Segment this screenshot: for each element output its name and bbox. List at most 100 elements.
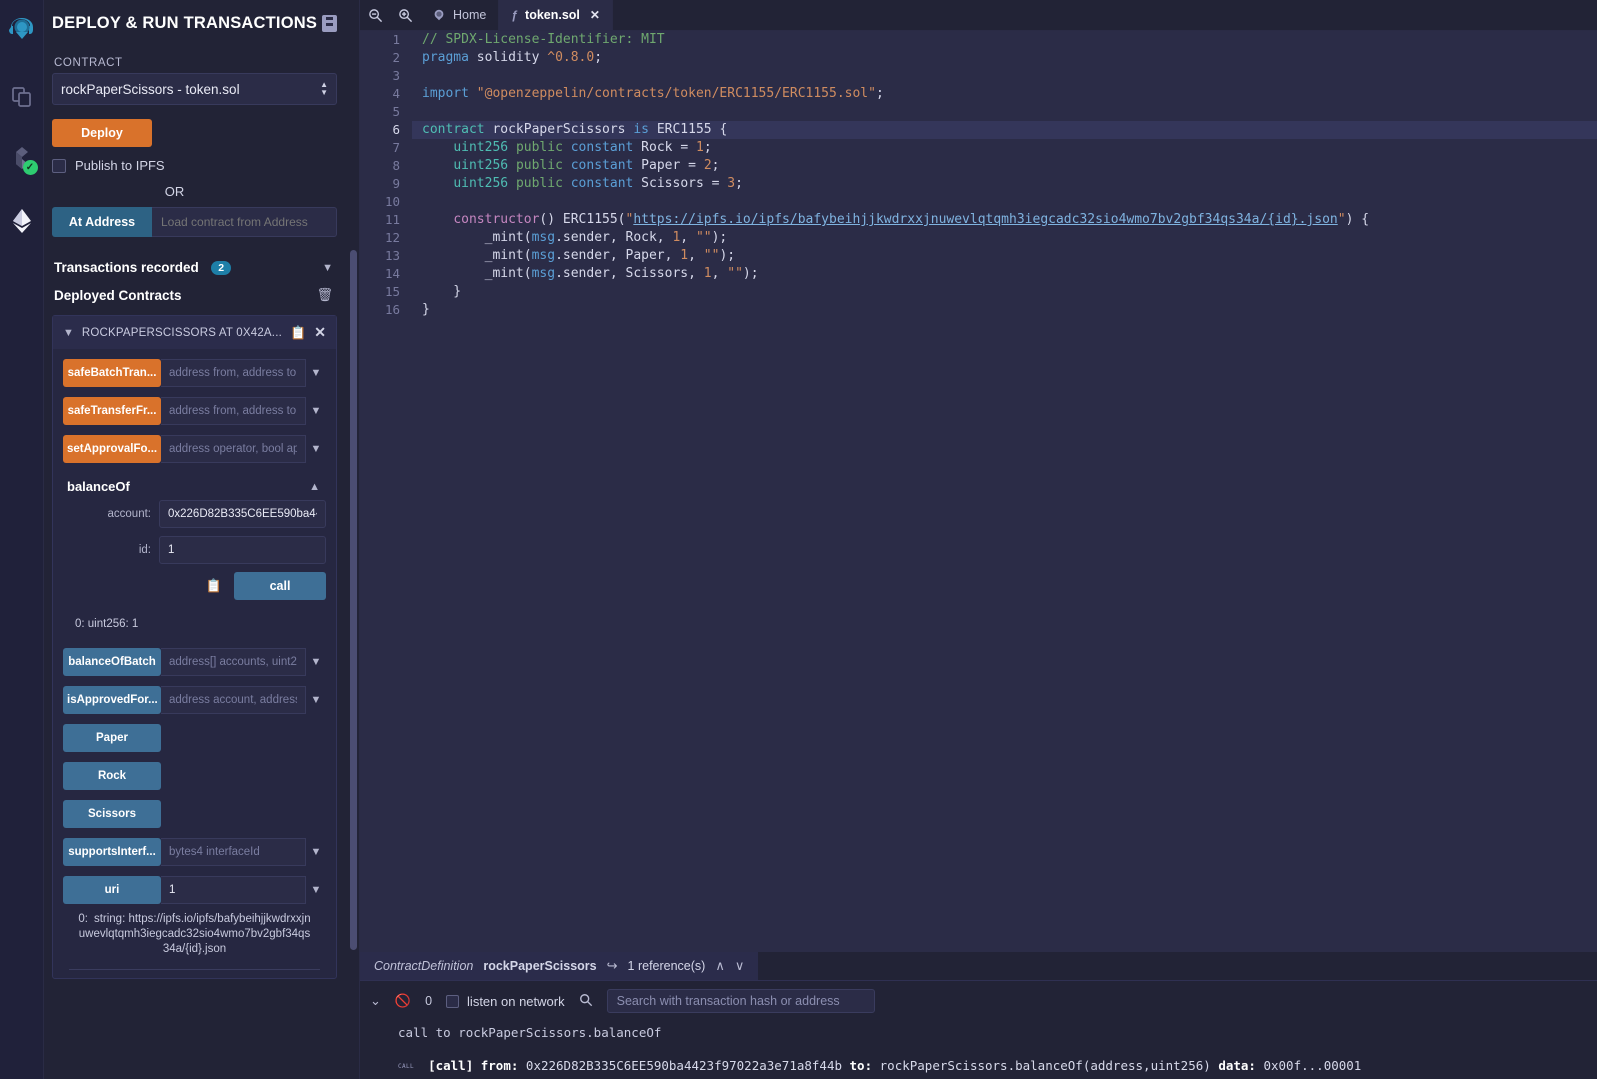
file-explorer-icon[interactable] xyxy=(1,74,43,120)
contract-label: CONTRACT xyxy=(54,57,123,69)
chevron-down-icon[interactable]: ▼ xyxy=(306,884,326,896)
fn-balanceOf-header[interactable]: balanceOf ▲ xyxy=(63,473,326,500)
panel-scrollbar[interactable] xyxy=(350,250,357,950)
code-text: } xyxy=(422,284,462,299)
code-line: 14 _mint(msg.sender, Scissors, 1, ""); xyxy=(360,265,1597,283)
fn-balanceOfBatch-button[interactable]: balanceOfBatch xyxy=(63,648,161,676)
fn-uri-input[interactable] xyxy=(161,876,306,904)
fn-supportsInterface-button[interactable]: supportsInterf... xyxy=(63,838,161,866)
call-button[interactable]: call xyxy=(234,572,326,600)
copy-calldata-icon[interactable]: 📋 xyxy=(206,578,222,594)
deploy-run-icon[interactable] xyxy=(1,198,43,244)
main-area: Home ƒ token.sol ✕ 1 // SPDX-License-Iden… xyxy=(360,0,1597,1079)
publish-ipfs-row[interactable]: Publish to IPFS xyxy=(52,158,337,173)
remix-home-icon xyxy=(434,9,444,21)
deploy-button[interactable]: Deploy xyxy=(52,119,152,147)
fn-setApprovalForAll-input[interactable] xyxy=(161,435,306,463)
line-number: 9 xyxy=(360,175,412,193)
chevron-up-icon[interactable]: ∧ xyxy=(715,958,725,974)
no-entry-icon[interactable]: 🚫 xyxy=(395,993,411,1009)
chevron-updown-icon: ▲ ▼ xyxy=(320,80,328,97)
chevron-down-icon[interactable]: ▼ xyxy=(322,262,333,274)
close-icon[interactable]: ✕ xyxy=(590,8,600,22)
fn-Scissors-button[interactable]: Scissors xyxy=(63,800,161,828)
search-icon[interactable] xyxy=(579,993,593,1010)
fn-safeBatchTransferFrom-button[interactable]: safeBatchTran... xyxy=(63,359,161,387)
function-row: balanceOfBatch ▼ xyxy=(63,648,326,676)
fn-Rock-button[interactable]: Rock xyxy=(63,762,161,790)
code-text: pragma solidity ^0.8.0; xyxy=(422,50,603,65)
fn-Paper-button[interactable]: Paper xyxy=(63,724,161,752)
line-number: 13 xyxy=(360,247,412,265)
code-text: constructor() ERC1155("https://ipfs.io/i… xyxy=(453,212,1370,227)
terminal-entry[interactable]: call [call] from: 0x226D82B335C6EE590ba4… xyxy=(360,1040,1597,1079)
chevron-up-icon[interactable]: ▲ xyxy=(309,481,320,493)
code-text: uint256 public constant Scissors = 3; xyxy=(453,176,743,191)
fn-isApprovedForAll-input[interactable] xyxy=(161,686,306,714)
chevron-down-icon[interactable]: ▼ xyxy=(306,846,326,858)
chevron-down-icon[interactable]: ∨ xyxy=(735,958,745,974)
transactions-recorded-label: Transactions recorded xyxy=(54,260,199,275)
reference-count: 1 reference(s) xyxy=(627,959,706,973)
copy-icon[interactable]: 📋 xyxy=(290,325,306,341)
line-number: 4 xyxy=(360,85,412,103)
go-to-reference-icon[interactable]: ↪ xyxy=(607,958,618,974)
tab-home[interactable]: Home xyxy=(420,0,500,30)
fn-safeTransferFrom-input[interactable] xyxy=(161,397,306,425)
fn-setApprovalForAll-button[interactable]: setApprovalFo... xyxy=(63,435,161,463)
at-address-input[interactable] xyxy=(152,207,337,237)
fn-supportsInterface-input[interactable] xyxy=(161,838,306,866)
code-text: import "@openzeppelin/contracts/token/ER… xyxy=(422,86,884,101)
param-label-id: id: xyxy=(138,544,151,556)
chevron-down-icon[interactable]: ▼ xyxy=(306,443,326,455)
deploy-run-panel: DEPLOY & RUN TRANSACTIONS CONTRACT rockP… xyxy=(44,0,360,1079)
terminal-search-input[interactable] xyxy=(606,989,875,1013)
close-icon[interactable]: ✕ xyxy=(314,324,326,341)
zoom-out-icon[interactable] xyxy=(360,0,390,30)
fn-safeBatchTransferFrom-input[interactable] xyxy=(161,359,306,387)
fn-safeTransferFrom-button[interactable]: safeTransferFr... xyxy=(63,397,161,425)
param-input-id[interactable] xyxy=(159,536,326,564)
fn-balanceOfBatch-input[interactable] xyxy=(161,648,306,676)
entry-prefix: [call] xyxy=(428,1058,474,1073)
reference-bar-wrap: ContractDefinition rockPaperScissors ↪ 1… xyxy=(360,952,1597,980)
chevron-down-icon[interactable]: ▼ xyxy=(306,694,326,706)
entry-data: 0x00f...00001 xyxy=(1263,1058,1362,1073)
line-number: 10 xyxy=(360,193,412,211)
uri-result-value: string: https://ipfs.io/ipfs/bafybeihjjk… xyxy=(78,913,311,955)
listen-on-network-checkbox[interactable] xyxy=(446,994,460,1008)
transactions-recorded-row[interactable]: Transactions recorded 2 ▼ xyxy=(52,249,337,283)
code-text: } xyxy=(422,302,430,317)
entry-from-label: from: xyxy=(480,1058,519,1073)
trash-icon[interactable]: 🗑 xyxy=(316,287,333,303)
solidity-compiler-icon[interactable]: ✓ xyxy=(1,136,43,182)
param-input-account[interactable] xyxy=(159,500,326,528)
code-editor[interactable]: 1 // SPDX-License-Identifier: MIT 2 pragma … xyxy=(360,31,1597,952)
deployed-contract-header[interactable]: ▼ ROCKPAPERSCISSORS AT 0X42A...AI 📋 ✕ xyxy=(53,316,336,349)
chevron-down-icon[interactable]: ▼ xyxy=(306,367,326,379)
publish-ipfs-checkbox[interactable] xyxy=(52,158,66,173)
line-number: 3 xyxy=(360,67,412,85)
at-address-button[interactable]: At Address xyxy=(52,207,152,237)
code-line: 13 _mint(msg.sender, Paper, 1, ""); xyxy=(360,247,1597,265)
fn-uri-button[interactable]: uri xyxy=(63,876,161,904)
chevron-down-icon[interactable]: ▼ xyxy=(306,656,326,668)
listen-on-network-row[interactable]: listen on network xyxy=(446,994,565,1009)
tab-token-sol-label: token.sol xyxy=(525,8,580,22)
fn-isApprovedForAll-button[interactable]: isApprovedFor... xyxy=(63,686,161,714)
function-row: supportsInterf... ▼ xyxy=(63,838,326,866)
book-icon[interactable] xyxy=(322,15,337,32)
compiler-success-badge: ✓ xyxy=(22,160,38,175)
code-line: 9 uint256 public constant Scissors = 3; xyxy=(360,175,1597,193)
zoom-in-icon[interactable] xyxy=(390,0,420,30)
tab-token-sol[interactable]: ƒ token.sol ✕ xyxy=(499,0,613,30)
deployed-contract-card: ▼ ROCKPAPERSCISSORS AT 0X42A...AI 📋 ✕ sa… xyxy=(52,315,337,979)
code-line: 3 xyxy=(360,67,1597,85)
function-row: safeTransferFr... ▼ xyxy=(63,397,326,425)
contract-select[interactable]: rockPaperScissors - token.sol ▲ ▼ xyxy=(52,73,337,105)
chevron-down-icon[interactable]: ▼ xyxy=(306,405,326,417)
remix-logo-icon[interactable] xyxy=(1,6,43,52)
transactions-recorded-count: 2 xyxy=(211,260,232,275)
chevron-down-icon[interactable]: ▼ xyxy=(63,327,74,339)
chevrons-down-icon[interactable]: ⌄ xyxy=(370,993,381,1009)
